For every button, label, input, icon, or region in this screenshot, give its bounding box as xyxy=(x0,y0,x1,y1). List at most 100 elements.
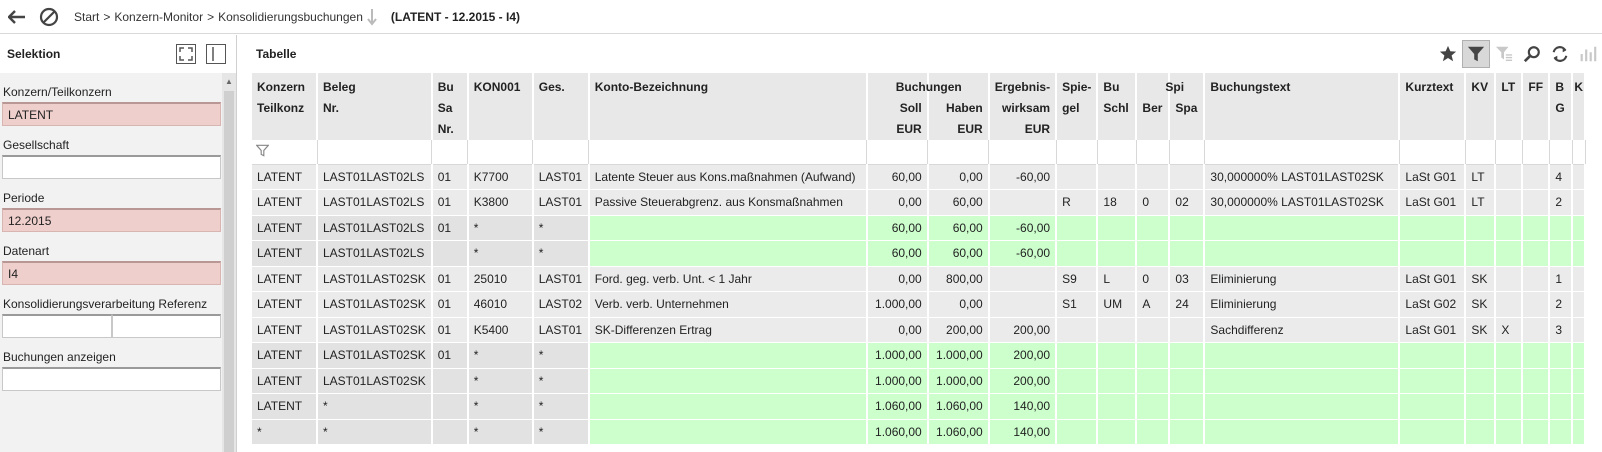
refresh-button[interactable] xyxy=(1546,40,1574,68)
arrow-left-icon xyxy=(8,9,25,24)
table-cell: LT xyxy=(1465,164,1497,190)
cancel-button[interactable] xyxy=(38,6,60,28)
col-ff[interactable]: FF xyxy=(1522,73,1551,140)
col-ges[interactable]: Ges. xyxy=(532,73,590,140)
col-buchungstext[interactable]: Buchungstext xyxy=(1204,73,1401,140)
periode-field[interactable]: 12.2015 xyxy=(2,208,221,232)
col-bg[interactable]: BG xyxy=(1549,73,1574,140)
collapse-panel-button[interactable] xyxy=(206,44,226,64)
breadcrumb-start[interactable]: Start xyxy=(74,10,99,24)
col-konto-bezeichnung[interactable]: Konto-Bezeichnung xyxy=(588,73,868,140)
col-soll[interactable]: Buchungen Soll EUR xyxy=(866,73,962,140)
subtotal-row[interactable]: LATENT LAST01LAST02LS * * 60,00 60,00 -60,00 xyxy=(252,240,1587,267)
filter-cell[interactable] xyxy=(431,140,469,165)
filter-cell[interactable] xyxy=(532,140,590,165)
col-busa[interactable]: Bu Sa Nr. xyxy=(431,73,469,140)
filter-cell[interactable] xyxy=(988,140,1057,165)
col-k[interactable]: K xyxy=(1572,73,1587,140)
konzern-field[interactable]: LATENT xyxy=(2,102,221,126)
table-row[interactable]: LATENT LAST01LAST02LS 01 K3800 LAST01 Passive… xyxy=(252,189,1587,216)
col-beleg[interactable]: Beleg Nr. xyxy=(317,73,433,140)
table-cell xyxy=(1522,189,1551,216)
breadcrumb-konzern-monitor[interactable]: Konzern-Monitor xyxy=(114,10,203,24)
filter-cell[interactable] xyxy=(1097,140,1137,165)
col-konzern[interactable]: Konzern Teilkonz xyxy=(252,73,318,140)
subtotal-row[interactable]: * * * * 1.060,00 1.060,00 140,00 xyxy=(252,419,1587,445)
table-cell xyxy=(1169,240,1206,267)
download-button[interactable] xyxy=(367,8,377,26)
col-lt[interactable]: LT xyxy=(1495,73,1524,140)
scroll-thumb[interactable] xyxy=(224,91,234,452)
filter-cell[interactable] xyxy=(866,140,929,165)
search-button[interactable] xyxy=(1518,40,1546,68)
filter-cell[interactable] xyxy=(1204,140,1400,165)
table-cell: * xyxy=(317,393,433,420)
clear-filter-button[interactable] xyxy=(1490,40,1518,68)
table-cell xyxy=(1549,419,1574,445)
filter-cell[interactable] xyxy=(467,140,534,165)
subtotal-row[interactable]: LATENT * * * 1.060,00 1.060,00 140,00 xyxy=(252,393,1587,420)
expand-button[interactable] xyxy=(176,44,196,64)
table-cell xyxy=(1097,215,1138,241)
filter-cell[interactable] xyxy=(252,140,318,165)
col-kv[interactable]: KV xyxy=(1465,73,1497,140)
col-ber[interactable]: Spi Ber xyxy=(1136,73,1184,140)
filter-cell[interactable] xyxy=(1136,140,1170,165)
table-cell xyxy=(1204,342,1401,369)
table-cell: 60,00 xyxy=(866,240,929,267)
table-row[interactable]: LATENT LAST01LAST02SK 01 K5400 LAST01 SK-Diff… xyxy=(252,317,1587,343)
table-cell xyxy=(1136,317,1171,343)
filter-cell[interactable] xyxy=(1495,140,1523,165)
table-cell: LaSt G01 xyxy=(1399,266,1467,292)
gesellschaft-field[interactable] xyxy=(2,155,221,179)
table-cell: 01 xyxy=(431,342,469,369)
table-cell: * xyxy=(467,342,534,369)
filter-cell[interactable] xyxy=(1169,140,1205,165)
datenart-field[interactable]: I4 xyxy=(2,261,221,285)
filter-cell[interactable] xyxy=(1465,140,1496,165)
col-kurztext[interactable]: Kurztext xyxy=(1399,73,1467,140)
table-cell xyxy=(1399,215,1467,241)
filter-cell[interactable] xyxy=(1056,140,1098,165)
filter-button[interactable] xyxy=(1462,40,1490,68)
subtotal-row[interactable]: LATENT LAST01LAST02SK 01 * * 1.000,00 1.000,00… xyxy=(252,342,1587,369)
table-row[interactable]: LATENT LAST01LAST02LS 01 K7700 LAST01 Latente… xyxy=(252,164,1587,190)
filter-cell[interactable] xyxy=(1549,140,1573,165)
table-cell: 60,00 xyxy=(927,240,990,267)
table-cell xyxy=(1204,215,1401,241)
buchungen-field[interactable] xyxy=(2,367,221,391)
table-cell xyxy=(1495,291,1524,318)
table-cell xyxy=(1204,419,1401,445)
table-panel: Tabelle Konzern Teilkonz Beleg Nr. Bu Sa… xyxy=(249,35,1602,452)
col-buschl[interactable]: Bu Schl xyxy=(1097,73,1138,140)
table-cell: 1.060,00 xyxy=(866,419,929,445)
subtotal-row[interactable]: LATENT LAST01LAST02SK * * 1.000,00 1.000,00 20… xyxy=(252,368,1587,394)
table-cell xyxy=(1572,189,1587,216)
referenz-field-2[interactable] xyxy=(112,314,221,338)
col-spiegel[interactable]: Spie-gel xyxy=(1056,73,1099,140)
filter-cell[interactable] xyxy=(317,140,433,165)
filter-cell[interactable] xyxy=(1572,140,1586,165)
referenz-field-1[interactable] xyxy=(2,314,112,338)
filter-cell[interactable] xyxy=(1399,140,1466,165)
table-cell: * xyxy=(467,215,534,241)
scroll-up-icon[interactable]: ▲ xyxy=(222,73,236,89)
selection-scrollbar[interactable]: ▲ xyxy=(222,73,236,452)
back-button[interactable] xyxy=(6,6,28,28)
col-kon001[interactable]: KON001 xyxy=(467,73,534,140)
table-row[interactable]: LATENT LAST01LAST02SK 01 46010 LAST02 Verb. v… xyxy=(252,291,1587,318)
filter-cell[interactable] xyxy=(1522,140,1550,165)
filter-cell[interactable] xyxy=(927,140,990,165)
subtotal-row[interactable]: LATENT LAST01LAST02LS 01 * * 60,00 60,00 -60,00 xyxy=(252,215,1587,241)
table-row[interactable]: LATENT LAST01LAST02SK 01 25010 LAST01 Ford. g… xyxy=(252,266,1587,292)
table-cell xyxy=(588,215,868,241)
table-cell: Latente Steuer aus Kons.maßnahmen (Aufwa… xyxy=(588,164,868,190)
table-cell xyxy=(1495,164,1524,190)
table-cell xyxy=(1465,368,1497,394)
table-cell: * xyxy=(467,240,534,267)
table-cell xyxy=(1495,393,1524,420)
favorite-button[interactable] xyxy=(1434,40,1462,68)
filter-cell[interactable] xyxy=(588,140,868,165)
col-ergebniswirksam[interactable]: Ergebnis-wirksam EUR xyxy=(988,73,1058,140)
chart-button[interactable] xyxy=(1574,40,1602,68)
